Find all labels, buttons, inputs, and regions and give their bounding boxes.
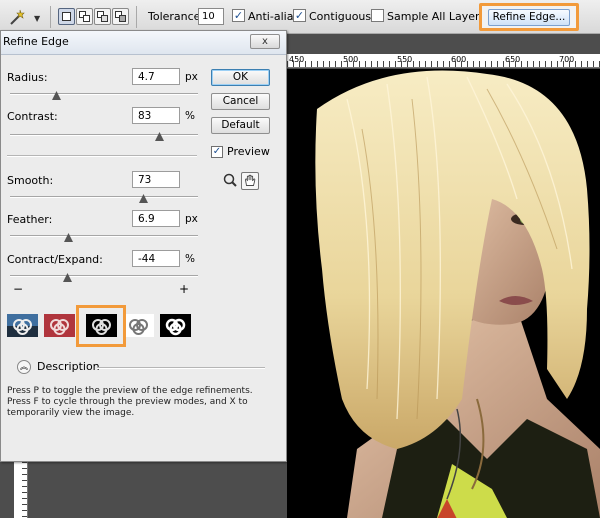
radius-input[interactable]: 4.7	[132, 68, 180, 85]
contract-expand-input[interactable]: -44	[132, 250, 180, 267]
slider-thumb-icon[interactable]	[155, 132, 164, 141]
intersect-selection-button[interactable]	[112, 8, 129, 25]
divider	[50, 6, 51, 28]
contrast-label: Contrast:	[7, 110, 58, 123]
ok-button[interactable]: OK	[211, 69, 270, 86]
top-ruler: 450 500 550 600 650 700	[287, 54, 600, 68]
magic-wand-icon[interactable]	[8, 8, 26, 26]
anti-alias-checkbox[interactable]: ✓	[232, 9, 245, 22]
tolerance-label: Tolerance:	[148, 10, 205, 23]
feather-unit: px	[185, 213, 198, 225]
ruler-label: 550	[397, 55, 413, 64]
slider-thumb-icon[interactable]	[139, 194, 148, 203]
minus-label: −	[13, 282, 24, 296]
slider-thumb-icon[interactable]	[63, 273, 72, 282]
contiguous-label: Contiguous	[309, 10, 372, 23]
sample-all-layers-checkbox[interactable]	[371, 9, 384, 22]
description-text: Press P to toggle the preview of the edg…	[7, 386, 253, 418]
left-ruler	[14, 462, 28, 518]
description-label: Description	[37, 360, 100, 373]
contrast-unit: %	[185, 110, 195, 122]
divider	[136, 6, 137, 28]
contrast-input[interactable]: 83	[132, 107, 180, 124]
smooth-input[interactable]: 73	[132, 171, 180, 188]
feather-input[interactable]: 6.9	[132, 210, 180, 227]
dialog-title: Refine Edge	[3, 35, 69, 48]
feather-slider[interactable]	[10, 233, 198, 242]
feather-label: Feather:	[7, 213, 53, 226]
slider-thumb-icon[interactable]	[64, 233, 73, 242]
anti-alias-label: Anti-alias	[248, 10, 300, 23]
smooth-slider[interactable]	[10, 194, 198, 203]
preview-label: Preview	[227, 145, 270, 158]
ruler-label: 700	[559, 55, 575, 64]
radius-label: Radius:	[7, 71, 48, 84]
refine-edge-highlight: Refine Edge...	[479, 3, 579, 31]
contract-expand-unit: %	[185, 253, 195, 265]
slider-thumb-icon[interactable]	[52, 91, 61, 100]
standard-preview-icon[interactable]	[7, 314, 38, 337]
cancel-button[interactable]: Cancel	[211, 93, 270, 110]
ruler-label: 650	[505, 55, 521, 64]
sample-all-layers-label: Sample All Layers	[387, 10, 486, 23]
plus-label: +	[179, 282, 190, 296]
smooth-label: Smooth:	[7, 174, 54, 187]
tolerance-input[interactable]: 10	[198, 8, 224, 25]
contract-expand-slider[interactable]	[10, 273, 198, 282]
document-canvas[interactable]	[287, 69, 600, 518]
section-divider	[7, 155, 197, 157]
refine-edge-dialog: Refine Edge x Radius: 4.7 px Contrast: 8…	[0, 30, 287, 462]
ruler-label: 600	[451, 55, 467, 64]
contiguous-checkbox[interactable]: ✓	[293, 9, 306, 22]
default-button[interactable]: Default	[211, 117, 270, 134]
radius-unit: px	[185, 71, 198, 83]
add-to-selection-button[interactable]	[76, 8, 93, 25]
zoom-tool-icon[interactable]	[221, 172, 239, 190]
portrait-image	[315, 70, 600, 518]
refine-edge-button[interactable]: Refine Edge...	[488, 9, 570, 26]
description-expand-icon[interactable]: ︽	[17, 360, 31, 374]
tool-preset-dropdown-icon[interactable]: ▼	[34, 14, 40, 23]
on-white-preview-icon[interactable]	[123, 314, 154, 337]
radius-slider[interactable]	[10, 91, 198, 100]
contract-expand-label: Contract/Expand:	[7, 253, 103, 266]
mask-preview-icon[interactable]	[160, 314, 191, 337]
preview-checkbox[interactable]: ✓	[211, 146, 223, 158]
ruler-label: 500	[343, 55, 359, 64]
ruler-label: 450	[289, 55, 305, 64]
new-selection-button[interactable]	[58, 8, 75, 25]
dialog-title-bar[interactable]: Refine Edge x	[1, 31, 286, 55]
selected-preview-mode-highlight	[76, 305, 126, 347]
subtract-from-selection-button[interactable]	[94, 8, 111, 25]
contrast-slider[interactable]	[10, 132, 198, 141]
quick-mask-preview-icon[interactable]	[44, 314, 75, 337]
close-button[interactable]: x	[250, 34, 280, 49]
hand-tool-icon[interactable]	[241, 172, 259, 190]
options-bar: ▼ Tolerance: 10 ✓ Anti-alias ✓ Contiguou…	[0, 0, 600, 34]
description-divider	[97, 367, 265, 369]
